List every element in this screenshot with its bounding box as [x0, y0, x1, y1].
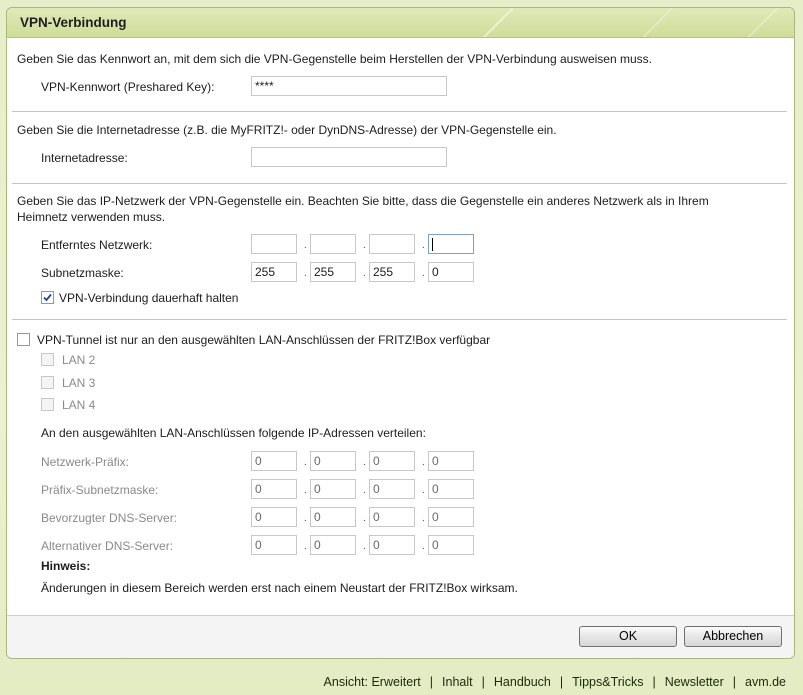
preferred-dns-label: Bevorzugter DNS-Server: [41, 511, 178, 525]
subnet-mask-octet-2[interactable]: 255 [310, 262, 356, 282]
header-decoration [727, 8, 778, 37]
octet-separator: . [422, 268, 425, 279]
octet-separator: . [422, 513, 425, 524]
keep-alive-label: VPN-Verbindung dauerhaft halten [59, 291, 239, 305]
remote-network-octet-3[interactable] [369, 234, 415, 254]
address-instruction: Geben Sie die Internetadresse (z.B. die … [17, 123, 557, 137]
network-prefix-label: Netzwerk-Präfix: [41, 455, 130, 469]
preferred-dns-octet-3[interactable]: 0 [369, 507, 415, 527]
subnet-mask-label: Subnetzmaske: [41, 266, 124, 280]
lan-2-label: LAN 2 [62, 353, 96, 367]
footer-link-view[interactable]: Ansicht: Erweitert [324, 675, 421, 689]
hint-title: Hinweis: [41, 559, 91, 573]
footer-separator: | [732, 675, 736, 689]
prefix-subnet-octet-3[interactable]: 0 [369, 479, 415, 499]
preshared-key-input[interactable]: **** [251, 76, 447, 96]
octet-separator: . [363, 240, 366, 251]
alternative-dns-label: Alternativer DNS-Server: [41, 539, 174, 553]
alternative-dns-octet-1[interactable]: 0 [251, 535, 297, 555]
remote-network-octet-1[interactable] [251, 234, 297, 254]
footer-link-contents[interactable]: Inhalt [442, 675, 473, 689]
remote-network-label: Entferntes Netzwerk: [41, 238, 153, 252]
section-divider [12, 319, 787, 320]
preferred-dns-octet-1[interactable]: 0 [251, 507, 297, 527]
octet-separator: . [363, 541, 366, 552]
hint-text: Änderungen in diesem Bereich werden erst… [41, 581, 518, 595]
alternative-dns-octet-4[interactable]: 0 [428, 535, 474, 555]
distribute-instruction: An den ausgewählten LAN-Anschlüssen folg… [41, 426, 426, 440]
prefix-subnet-label: Präfix-Subnetzmaske: [41, 483, 159, 497]
prefix-subnet-octet-1[interactable]: 0 [251, 479, 297, 499]
octet-separator: . [363, 457, 366, 468]
header-decoration [462, 8, 514, 37]
prefix-subnet-octet-2[interactable]: 0 [310, 479, 356, 499]
network-prefix-octet-1[interactable]: 0 [251, 451, 297, 471]
lan-2-checkbox[interactable] [41, 353, 54, 366]
preshared-key-label: VPN-Kennwort (Preshared Key): [41, 80, 215, 94]
text-cursor [432, 238, 433, 251]
footer-nav: Ansicht: Erweitert | Inhalt | Handbuch | Tipps… [324, 675, 786, 689]
remote-network-octet-2[interactable] [310, 234, 356, 254]
remote-network-octet-4[interactable] [428, 234, 474, 254]
lan-3-label: LAN 3 [62, 376, 96, 390]
preferred-dns-octet-2[interactable]: 0 [310, 507, 356, 527]
octet-separator: . [304, 457, 307, 468]
network-prefix-octet-2[interactable]: 0 [310, 451, 356, 471]
network-instruction-line2: Heimnetz verwenden muss. [17, 210, 166, 224]
footer-link-manual[interactable]: Handbuch [494, 675, 551, 689]
tunnel-restrict-checkbox[interactable] [17, 333, 30, 346]
octet-separator: . [422, 240, 425, 251]
subnet-mask-octet-1[interactable]: 255 [251, 262, 297, 282]
footer-link-tips[interactable]: Tipps&Tricks [572, 675, 643, 689]
dialog-header: VPN-Verbindung [7, 8, 794, 38]
subnet-mask-octet-3[interactable]: 255 [369, 262, 415, 282]
octet-separator: . [304, 513, 307, 524]
octet-separator: . [422, 457, 425, 468]
footer-separator: | [559, 675, 564, 689]
section-divider [12, 183, 787, 184]
cancel-button[interactable]: Abbrechen [684, 626, 782, 647]
network-instruction-line1: Geben Sie das IP-Netzwerk der VPN-Gegens… [17, 194, 709, 208]
alternative-dns-octet-3[interactable]: 0 [369, 535, 415, 555]
octet-separator: . [363, 513, 366, 524]
octet-separator: . [304, 485, 307, 496]
button-bar: OK Abbrechen [7, 615, 794, 658]
octet-separator: . [363, 268, 366, 279]
octet-separator: . [363, 485, 366, 496]
network-prefix-octet-3[interactable]: 0 [369, 451, 415, 471]
lan-3-checkbox[interactable] [41, 376, 54, 389]
vpn-dialog: VPN-Verbindung Geben Sie das Kennwort an… [6, 7, 795, 659]
subnet-mask-octet-4[interactable]: 0 [428, 262, 474, 282]
prefix-subnet-octet-4[interactable]: 0 [428, 479, 474, 499]
key-instruction: Geben Sie das Kennwort an, mit dem sich … [17, 52, 652, 66]
footer-separator: | [429, 675, 434, 689]
ok-button[interactable]: OK [579, 626, 677, 647]
octet-separator: . [422, 485, 425, 496]
header-decoration [622, 8, 673, 37]
keep-alive-checkbox[interactable] [41, 291, 54, 304]
footer-separator: | [652, 675, 656, 689]
lan-4-label: LAN 4 [62, 398, 96, 412]
octet-separator: . [422, 541, 425, 552]
dialog-title: VPN-Verbindung [20, 15, 127, 30]
octet-separator: . [304, 240, 307, 251]
internet-address-label: Internetadresse: [41, 151, 128, 165]
octet-separator: . [304, 541, 307, 552]
network-prefix-octet-4[interactable]: 0 [428, 451, 474, 471]
checkmark-icon [43, 293, 52, 302]
tunnel-restrict-label: VPN-Tunnel ist nur an den ausgewählten L… [37, 333, 491, 347]
footer-separator: | [481, 675, 485, 689]
alternative-dns-octet-2[interactable]: 0 [310, 535, 356, 555]
octet-separator: . [304, 268, 307, 279]
footer-link-newsletter[interactable]: Newsletter [665, 675, 724, 689]
lan-4-checkbox[interactable] [41, 398, 54, 411]
section-divider [12, 111, 787, 112]
internet-address-input[interactable] [251, 147, 447, 167]
preferred-dns-octet-4[interactable]: 0 [428, 507, 474, 527]
footer-link-avm[interactable]: avm.de [745, 675, 786, 689]
